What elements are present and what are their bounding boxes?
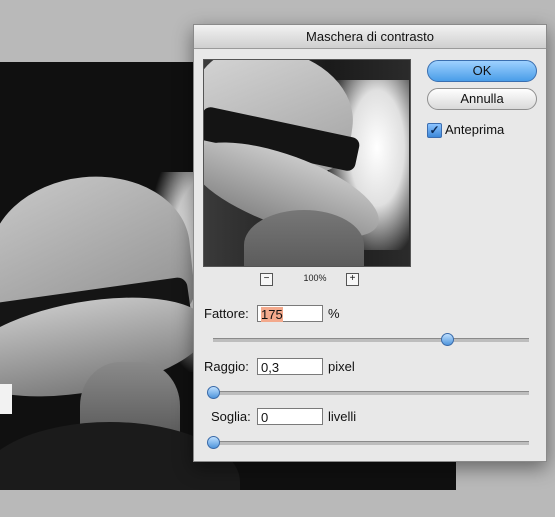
radius-slider-track[interactable] bbox=[207, 386, 529, 399]
zoom-controls: − 100% + bbox=[203, 273, 409, 287]
amount-value: 175 bbox=[261, 307, 283, 322]
amount-unit: % bbox=[328, 306, 340, 321]
threshold-field[interactable]: 0 bbox=[257, 408, 323, 425]
radius-unit: pixel bbox=[328, 359, 355, 374]
preview-image[interactable] bbox=[203, 59, 411, 267]
radius-field[interactable]: 0,3 bbox=[257, 358, 323, 375]
ok-button[interactable]: OK bbox=[427, 60, 537, 82]
zoom-out-button[interactable]: − bbox=[260, 273, 273, 286]
radius-value: 0,3 bbox=[261, 360, 280, 375]
threshold-label: Soglia: bbox=[211, 409, 251, 424]
dialog-title[interactable]: Maschera di contrasto bbox=[194, 25, 546, 49]
unsharp-mask-dialog: Maschera di contrasto − 100% + OK Annull… bbox=[193, 24, 547, 462]
amount-label: Fattore: bbox=[204, 306, 249, 321]
threshold-slider-track[interactable] bbox=[207, 436, 529, 449]
photo-white-patch bbox=[0, 384, 12, 414]
radius-label: Raggio: bbox=[204, 359, 249, 374]
amount-slider-track[interactable] bbox=[213, 333, 529, 346]
amount-slider-thumb[interactable] bbox=[440, 333, 454, 346]
amount-field[interactable]: 175 bbox=[257, 305, 323, 322]
threshold-value: 0 bbox=[261, 410, 269, 425]
cancel-button[interactable]: Annulla bbox=[427, 88, 537, 110]
threshold-unit: livelli bbox=[328, 409, 357, 424]
threshold-slider-thumb[interactable] bbox=[207, 436, 220, 449]
preview-checkbox[interactable]: ✓ bbox=[427, 123, 442, 138]
radius-slider-thumb[interactable] bbox=[207, 386, 220, 399]
checkmark-icon: ✓ bbox=[429, 123, 440, 137]
zoom-in-button[interactable]: + bbox=[346, 273, 359, 286]
zoom-level: 100% bbox=[303, 273, 327, 283]
preview-checkbox-label: Anteprima bbox=[445, 122, 505, 137]
